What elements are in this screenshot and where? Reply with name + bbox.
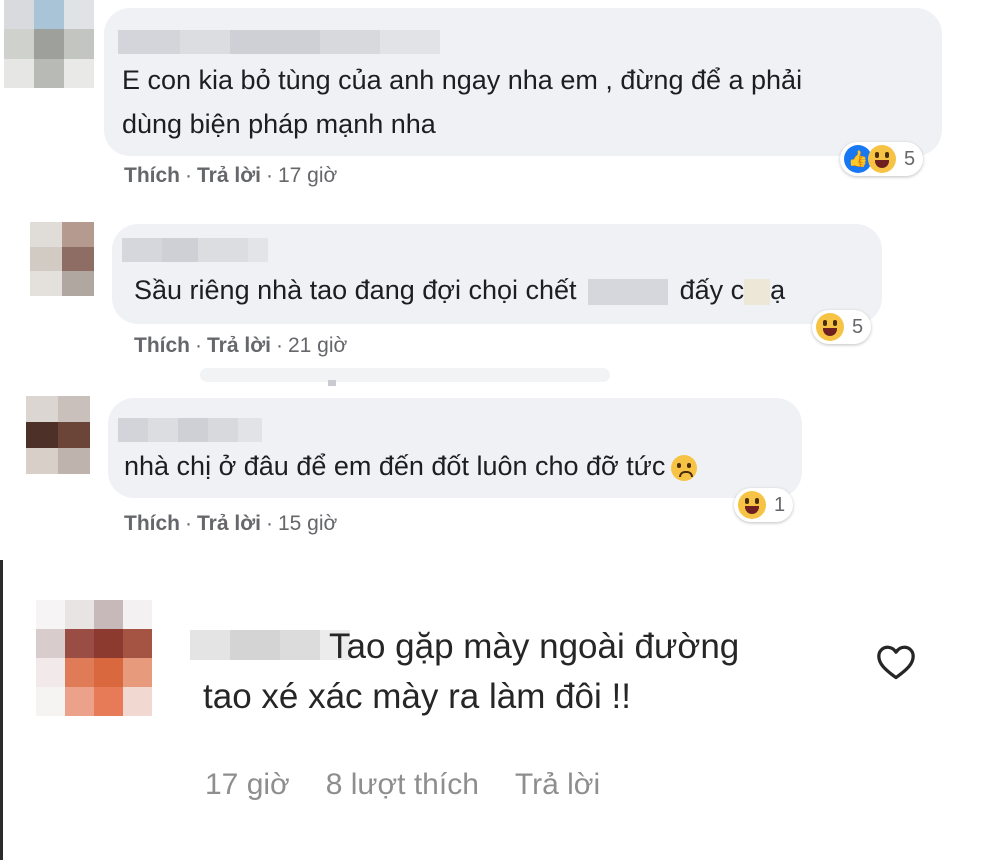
reaction-count: 1 — [774, 493, 786, 516]
haha-icon — [868, 145, 896, 173]
comment-actions: Thích · Trả lời · 15 giờ — [124, 512, 338, 535]
blurred-commenter-name[interactable] — [118, 30, 440, 54]
haha-icon — [738, 491, 766, 519]
comment-text-line: nhà chị ở đâu để em đến đốt luôn cho đỡ … — [124, 451, 666, 481]
comment-text: E con kia bỏ tùng của anh ngay nha em , … — [122, 58, 802, 146]
comment-timestamp[interactable]: 21 giờ — [288, 334, 347, 357]
comment-text-line: Tao gặp mày ngoài đường — [329, 627, 740, 666]
reaction-summary[interactable]: 5 — [812, 310, 872, 344]
comment-meta: 17 giờ 8 lượt thích Trả lời — [205, 768, 600, 802]
worried-face-icon — [671, 454, 698, 481]
reaction-summary[interactable]: 1 — [734, 488, 794, 522]
like-link[interactable]: Thích — [134, 334, 190, 357]
avatar[interactable] — [36, 600, 152, 716]
comment-text: Tao gặp mày ngoài đường tao xé xác mày r… — [203, 622, 739, 722]
likes-count-link[interactable]: 8 lượt thích — [326, 768, 479, 802]
comment-timestamp[interactable]: 15 giờ — [278, 512, 337, 535]
comment-actions: Thích · Trả lời · 21 giờ — [134, 334, 348, 357]
like-link[interactable]: Thích — [124, 512, 180, 535]
reply-link[interactable]: Trả lời — [197, 512, 261, 535]
comment-text-part: đấy c — [679, 275, 745, 305]
comment-actions: Thích · Trả lời · 17 giờ — [124, 164, 338, 187]
comment-text: nhà chị ở đâu để em đến đốt luôn cho đỡ … — [124, 444, 698, 488]
heart-outline-icon[interactable] — [876, 644, 916, 680]
comment-text-part: Sầu riêng nhà tao đang đợi chọi chết — [134, 275, 577, 305]
avatar[interactable] — [30, 222, 94, 296]
reply-link[interactable]: Trả lời — [197, 164, 261, 187]
comment-text-part: ạ — [770, 275, 786, 305]
avatar[interactable] — [4, 0, 94, 88]
reply-link[interactable]: Trả lời — [207, 334, 271, 357]
haha-icon — [816, 313, 844, 341]
comment-timestamp[interactable]: 17 giờ — [205, 768, 290, 802]
like-link[interactable]: Thích — [124, 164, 180, 187]
comment-text-line: E con kia bỏ tùng của anh ngay nha em , … — [122, 65, 803, 95]
reaction-summary[interactable]: 👍 5 — [840, 142, 924, 176]
avatar[interactable] — [26, 396, 90, 474]
comment-text-line: dùng biện pháp mạnh nha — [122, 109, 436, 139]
comment-timestamp[interactable]: 17 giờ — [278, 164, 337, 187]
comment-text: Sầu riêng nhà tao đang đợi chọi chết đấy… — [134, 268, 785, 312]
reaction-count: 5 — [852, 315, 864, 338]
faded-divider — [200, 368, 610, 382]
comment-text-line: tao xé xác mày ra làm đôi !! — [203, 677, 631, 716]
blurred-commenter-name[interactable] — [118, 418, 262, 442]
blurred-word — [588, 278, 669, 305]
reply-link[interactable]: Trả lời — [515, 768, 600, 802]
reaction-count: 5 — [904, 147, 916, 170]
blurred-word — [744, 278, 771, 305]
faded-mark — [328, 380, 336, 386]
blurred-commenter-name[interactable] — [122, 238, 268, 262]
frame-edge — [0, 560, 3, 860]
